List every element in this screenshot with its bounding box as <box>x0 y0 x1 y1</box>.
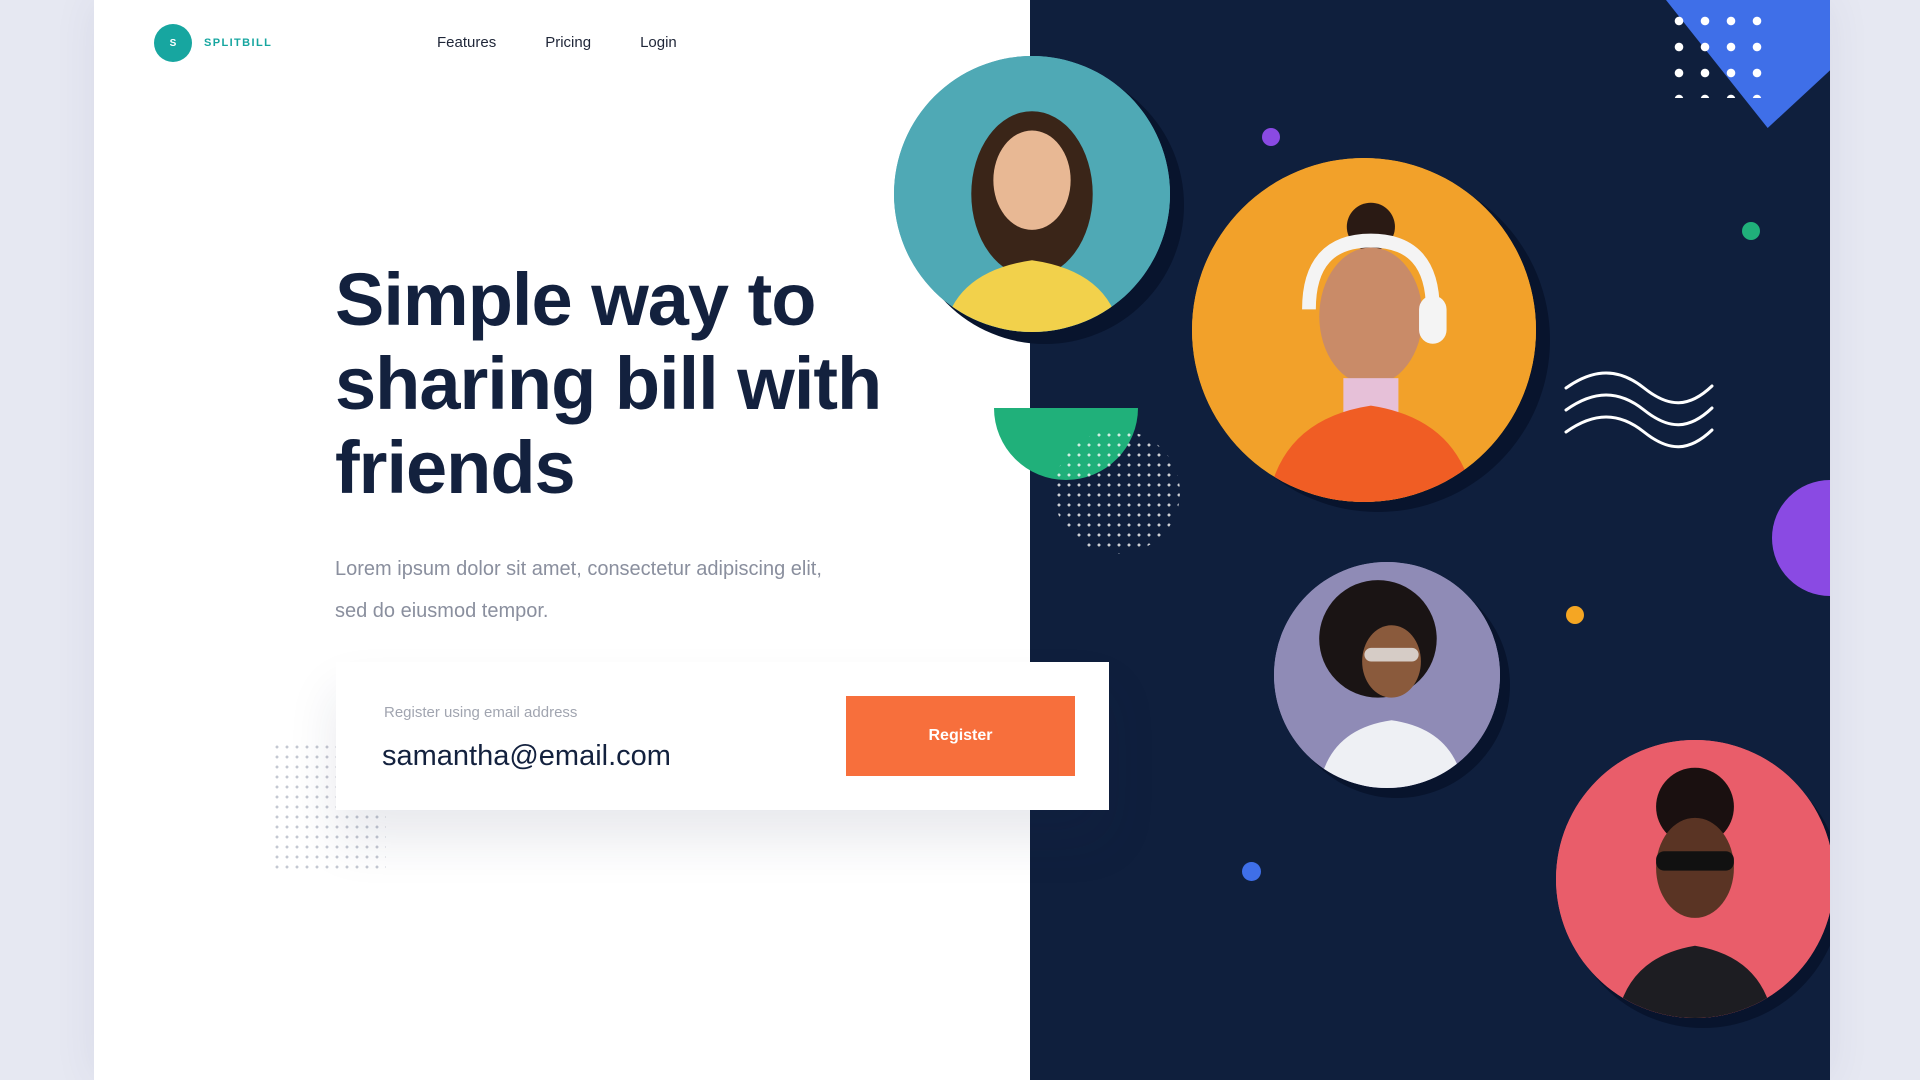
email-field[interactable] <box>382 734 802 778</box>
purple-dot <box>1262 128 1280 146</box>
brand-name: SPLITBILL <box>204 37 273 49</box>
avatar-photo-woman-sunglasses <box>1556 740 1830 1018</box>
wave-lines-icon <box>1564 371 1714 449</box>
avatar-photo-woman-curly <box>1274 562 1500 788</box>
green-dot <box>1742 222 1760 240</box>
blue-dot <box>1242 862 1261 881</box>
hero-subtext: Lorem ipsum dolor sit amet, consectetur … <box>335 558 822 622</box>
register-button[interactable]: Register <box>846 696 1075 776</box>
avatar-photo-woman-headphones <box>1192 158 1536 502</box>
brand-logo[interactable]: S SPLITBILL <box>154 24 272 62</box>
email-field-label: Register using email address <box>384 704 578 721</box>
signup-form: Register using email address Register <box>336 662 1109 810</box>
nav-link-features[interactable]: Features <box>437 34 496 51</box>
dot-grid-pattern <box>1666 8 1762 98</box>
landing-page: S SPLITBILL Features Pricing Login Simpl… <box>94 0 1830 1080</box>
logo-mark-icon: S <box>154 24 192 62</box>
hero-headline: Simple way to sharing bill with friends <box>335 258 882 509</box>
nav-link-login[interactable]: Login <box>640 34 677 51</box>
main-nav: Features Pricing Login <box>437 34 677 51</box>
nav-link-pricing[interactable]: Pricing <box>545 34 591 51</box>
white-dot-pattern <box>1054 430 1180 554</box>
orange-dot <box>1566 606 1584 624</box>
